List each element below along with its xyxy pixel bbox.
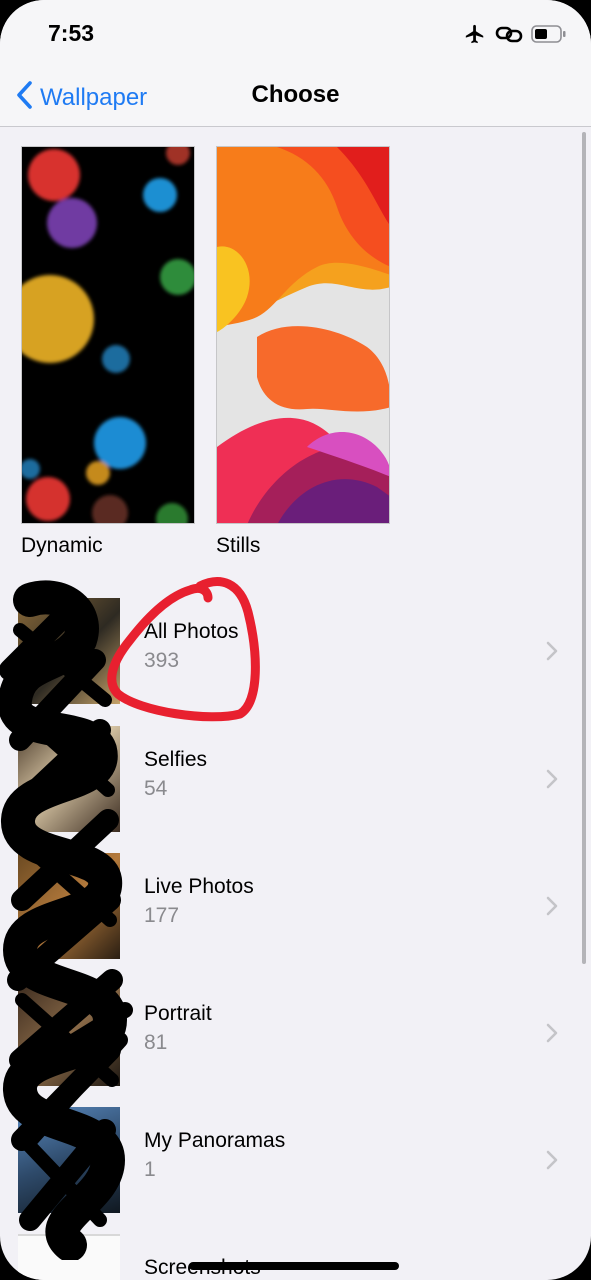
chevron-right-icon xyxy=(545,768,559,795)
dynamic-wallpaper-thumbnail xyxy=(21,146,195,524)
album-row-live-photos[interactable]: Live Photos 177 xyxy=(0,853,591,959)
album-name: Live Photos xyxy=(144,875,254,898)
chevron-right-icon xyxy=(545,1149,559,1176)
album-row-selfies[interactable]: Selfies 54 xyxy=(0,726,591,832)
status-time: 7:53 xyxy=(48,20,95,46)
page-title: Choose xyxy=(251,81,340,108)
album-thumbnail xyxy=(18,853,120,959)
wallpaper-category-stills[interactable]: Stills xyxy=(216,146,390,558)
album-count: 1 xyxy=(144,1158,156,1181)
chevron-right-icon xyxy=(545,1022,559,1049)
navigation-bar: Wallpaper Choose xyxy=(0,70,591,127)
album-count: 81 xyxy=(144,1031,168,1054)
album-count: 393 xyxy=(144,649,180,672)
album-row-my-panoramas[interactable]: My Panoramas 1 xyxy=(0,1107,591,1213)
album-thumbnail xyxy=(18,980,120,1086)
status-icons xyxy=(463,22,567,50)
album-row-screenshots[interactable]: Screenshots xyxy=(0,1234,591,1280)
album-row-portrait[interactable]: Portrait 81 xyxy=(0,980,591,1086)
scroll-indicator[interactable] xyxy=(582,132,586,964)
stills-wallpaper-thumbnail xyxy=(216,146,390,524)
chevron-right-icon xyxy=(545,895,559,922)
airplane-icon xyxy=(463,23,487,50)
album-thumbnail xyxy=(18,598,120,704)
chevron-right-icon xyxy=(545,640,559,667)
status-bar: 7:53 xyxy=(0,0,591,70)
album-name: All Photos xyxy=(144,620,239,643)
album-thumbnail xyxy=(18,1107,120,1213)
album-thumbnail xyxy=(18,1234,120,1280)
home-indicator[interactable] xyxy=(189,1262,399,1270)
wallpaper-category-label: Stills xyxy=(216,534,261,557)
album-name: Selfies xyxy=(144,748,208,771)
album-thumbnail xyxy=(18,726,120,832)
album-count: 54 xyxy=(144,777,168,800)
wallpaper-choose-screen: 7:53 Wallpaper Choose Dynamic Stills All… xyxy=(0,0,591,1280)
battery-icon xyxy=(531,24,567,49)
wallpaper-category-dynamic[interactable]: Dynamic xyxy=(21,146,195,558)
album-count: 177 xyxy=(144,904,180,927)
wallpaper-category-label: Dynamic xyxy=(21,534,103,557)
link-icon xyxy=(495,23,523,50)
album-name: Portrait xyxy=(144,1002,212,1025)
album-name: My Panoramas xyxy=(144,1129,286,1152)
album-row-all-photos[interactable]: All Photos 393 xyxy=(0,598,591,704)
